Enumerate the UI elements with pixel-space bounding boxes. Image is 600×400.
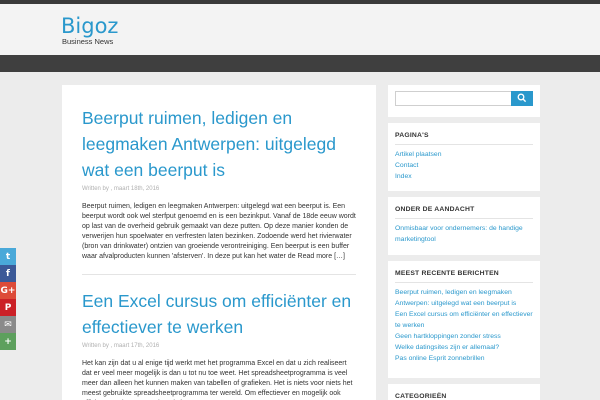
widget-recent-posts: MEEST RECENTE BERICHTEN Beerput ruimen, … xyxy=(388,261,540,378)
widget-pages: PAGINA'S Artikel plaatsen Contact Index xyxy=(388,123,540,191)
widget-divider xyxy=(395,218,533,219)
pinterest-icon: P xyxy=(4,302,12,313)
googleplus-icon: G+ xyxy=(0,285,16,296)
widget-title: MEEST RECENTE BERICHTEN xyxy=(395,270,499,277)
widget-link[interactable]: Welke datingsites zijn er allemaal? xyxy=(395,342,535,353)
widget-link[interactable]: Contact xyxy=(395,160,535,171)
widget-featured: ONDER DE AANDACHT Onmisbaar voor onderne… xyxy=(388,197,540,255)
post-excerpt: Het kan zijn dat u al enige tijd werkt m… xyxy=(82,360,353,397)
site-header: Bigoz Business News xyxy=(0,4,600,55)
twitter-icon: t xyxy=(5,251,11,262)
search-input[interactable] xyxy=(395,91,512,106)
widget-title: PAGINA'S xyxy=(395,132,429,139)
social-share-bar: t f G+ P ✉ + xyxy=(0,248,16,350)
widget-divider xyxy=(395,282,533,283)
site-title[interactable]: Bigoz xyxy=(61,14,118,38)
search-icon xyxy=(517,93,527,103)
widget-link[interactable]: Geen hartkloppingen zonder stress xyxy=(395,331,535,342)
search-button[interactable] xyxy=(511,91,533,106)
widget-link[interactable]: Onmisbaar voor ondernemers: de handige m… xyxy=(395,223,535,245)
main-content: Beerput ruimen, ledigen en leegmaken Ant… xyxy=(62,85,376,400)
post-title[interactable]: Een Excel cursus om efficiënter en effec… xyxy=(82,288,358,340)
facebook-icon: f xyxy=(6,268,10,279)
nav-bar xyxy=(0,55,600,72)
twitter-share-button[interactable]: t xyxy=(0,248,16,265)
pinterest-share-button[interactable]: P xyxy=(0,299,16,316)
widget-title: ONDER DE AANDACHT xyxy=(395,206,475,213)
post-article: Een Excel cursus om efficiënter en effec… xyxy=(82,288,358,400)
post-separator xyxy=(82,274,356,275)
widget-link[interactable]: Beerput ruimen, ledigen en leegmaken Ant… xyxy=(395,287,535,309)
post-meta: Written by , maart 18th, 2016 xyxy=(82,186,160,192)
post-title[interactable]: Beerput ruimen, ledigen en leegmaken Ant… xyxy=(82,105,358,183)
widget-link[interactable]: Pas online Esprit zonnebrillen xyxy=(395,353,535,364)
widget-title: CATEGORIEËN xyxy=(395,393,447,400)
facebook-share-button[interactable]: f xyxy=(0,265,16,282)
share-icon: + xyxy=(4,336,12,347)
post-excerpt: Beerput ruimen, ledigen en leegmaken Ant… xyxy=(82,203,356,260)
googleplus-share-button[interactable]: G+ xyxy=(0,282,16,299)
widget-categories: CATEGORIEËN xyxy=(388,384,540,400)
email-share-button[interactable]: ✉ xyxy=(0,316,16,333)
post-article: Beerput ruimen, ledigen en leegmaken Ant… xyxy=(82,105,358,262)
site-description: Business News xyxy=(62,37,114,46)
widget-link[interactable]: Index xyxy=(395,171,535,182)
widget-divider xyxy=(395,144,533,145)
email-icon: ✉ xyxy=(4,319,12,330)
search-widget xyxy=(388,85,540,117)
widget-link[interactable]: Een Excel cursus om efficiënter en effec… xyxy=(395,309,535,331)
widget-link[interactable]: Artikel plaatsen xyxy=(395,149,535,160)
more-share-button[interactable]: + xyxy=(0,333,16,350)
post-meta: Written by , maart 17th, 2016 xyxy=(82,343,160,349)
